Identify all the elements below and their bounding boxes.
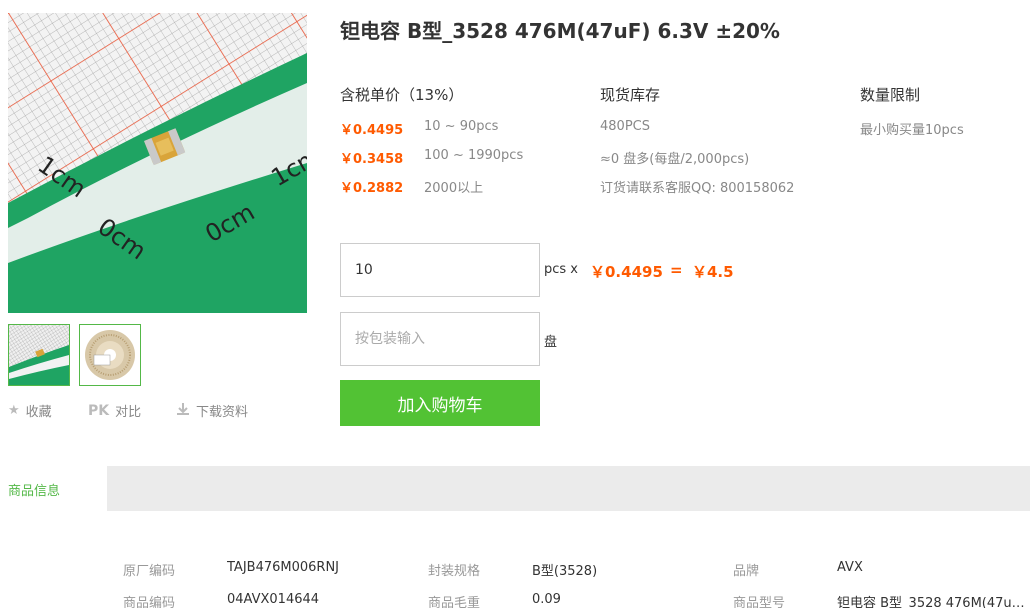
tier-range: 10 ~ 90pcs — [424, 119, 499, 134]
total-price-display: ￥4.5 — [692, 263, 734, 281]
thumbnail-reel-photo[interactable] — [79, 324, 141, 386]
tier-price: ￥0.3458 — [340, 152, 404, 167]
tier-price: ￥0.4495 — [340, 123, 404, 138]
info-label: 商品编码 — [123, 596, 176, 608]
info-value: B型(3528) — [532, 564, 598, 579]
main-product-image: 1cm 0cm 0cm 1cm — [8, 13, 307, 313]
info-value: TAJB476M006RNJ — [227, 560, 340, 575]
tier-range: 2000以上 — [424, 181, 484, 196]
stock-quantity: 480PCS — [600, 119, 650, 134]
download-button[interactable]: 下载资料 — [176, 401, 248, 420]
reel-image — [80, 325, 140, 385]
stock-header: 现货库存 — [600, 86, 661, 104]
favorite-button[interactable]: ★ 收藏 — [8, 401, 52, 420]
star-icon: ★ — [8, 403, 20, 418]
info-value: 0.09 — [532, 592, 561, 607]
info-value: AVX — [837, 560, 863, 575]
detail-tab-bar: 商品信息 — [0, 466, 1030, 512]
tier-price: ￥0.2882 — [340, 181, 404, 196]
price-header: 含税单价（13%） — [340, 86, 464, 104]
info-value: 钽电容 B型_3528 476M(47uF) 6.3V ±20% — [837, 596, 1027, 608]
tab-product-info[interactable]: 商品信息 — [0, 466, 107, 512]
compare-button[interactable]: PK 对比 — [88, 401, 142, 421]
info-label: 商品毛重 — [428, 596, 481, 608]
min-order-text: 最小购买量10pcs — [860, 123, 964, 138]
thumbnail-image — [9, 325, 69, 385]
quantity-input[interactable] — [340, 243, 540, 297]
download-label: 下载资料 — [196, 405, 249, 420]
info-label: 品牌 — [733, 564, 760, 579]
favorite-label: 收藏 — [25, 405, 52, 420]
unit-price-display: ￥0.4495 — [590, 263, 663, 281]
info-label: 封装规格 — [428, 564, 481, 579]
download-icon — [176, 402, 190, 420]
qty-unit-label: pcs x — [544, 262, 578, 277]
info-label: 商品型号 — [733, 596, 786, 608]
add-to-cart-button[interactable]: 加入购物车 — [340, 380, 540, 426]
stock-reels: ≈0 盘多(每盘/2,000pcs) — [600, 152, 750, 167]
info-value: 04AVX014644 — [227, 592, 320, 607]
stock-contact: 订货请联系客服QQ: 800158062 — [600, 181, 795, 196]
thumbnail-product-photo[interactable] — [8, 324, 70, 386]
equals-sign: = — [670, 261, 683, 279]
tier-range: 100 ~ 1990pcs — [424, 148, 524, 163]
product-title: 钽电容 B型_3528 476M(47uF) 6.3V ±20% — [340, 19, 780, 43]
pack-quantity-input[interactable] — [340, 312, 540, 366]
compare-label: 对比 — [115, 405, 142, 420]
pack-unit-label: 盘 — [544, 335, 558, 350]
pk-icon: PK — [88, 402, 110, 419]
limit-header: 数量限制 — [860, 86, 921, 104]
info-label: 原厂编码 — [123, 564, 176, 579]
